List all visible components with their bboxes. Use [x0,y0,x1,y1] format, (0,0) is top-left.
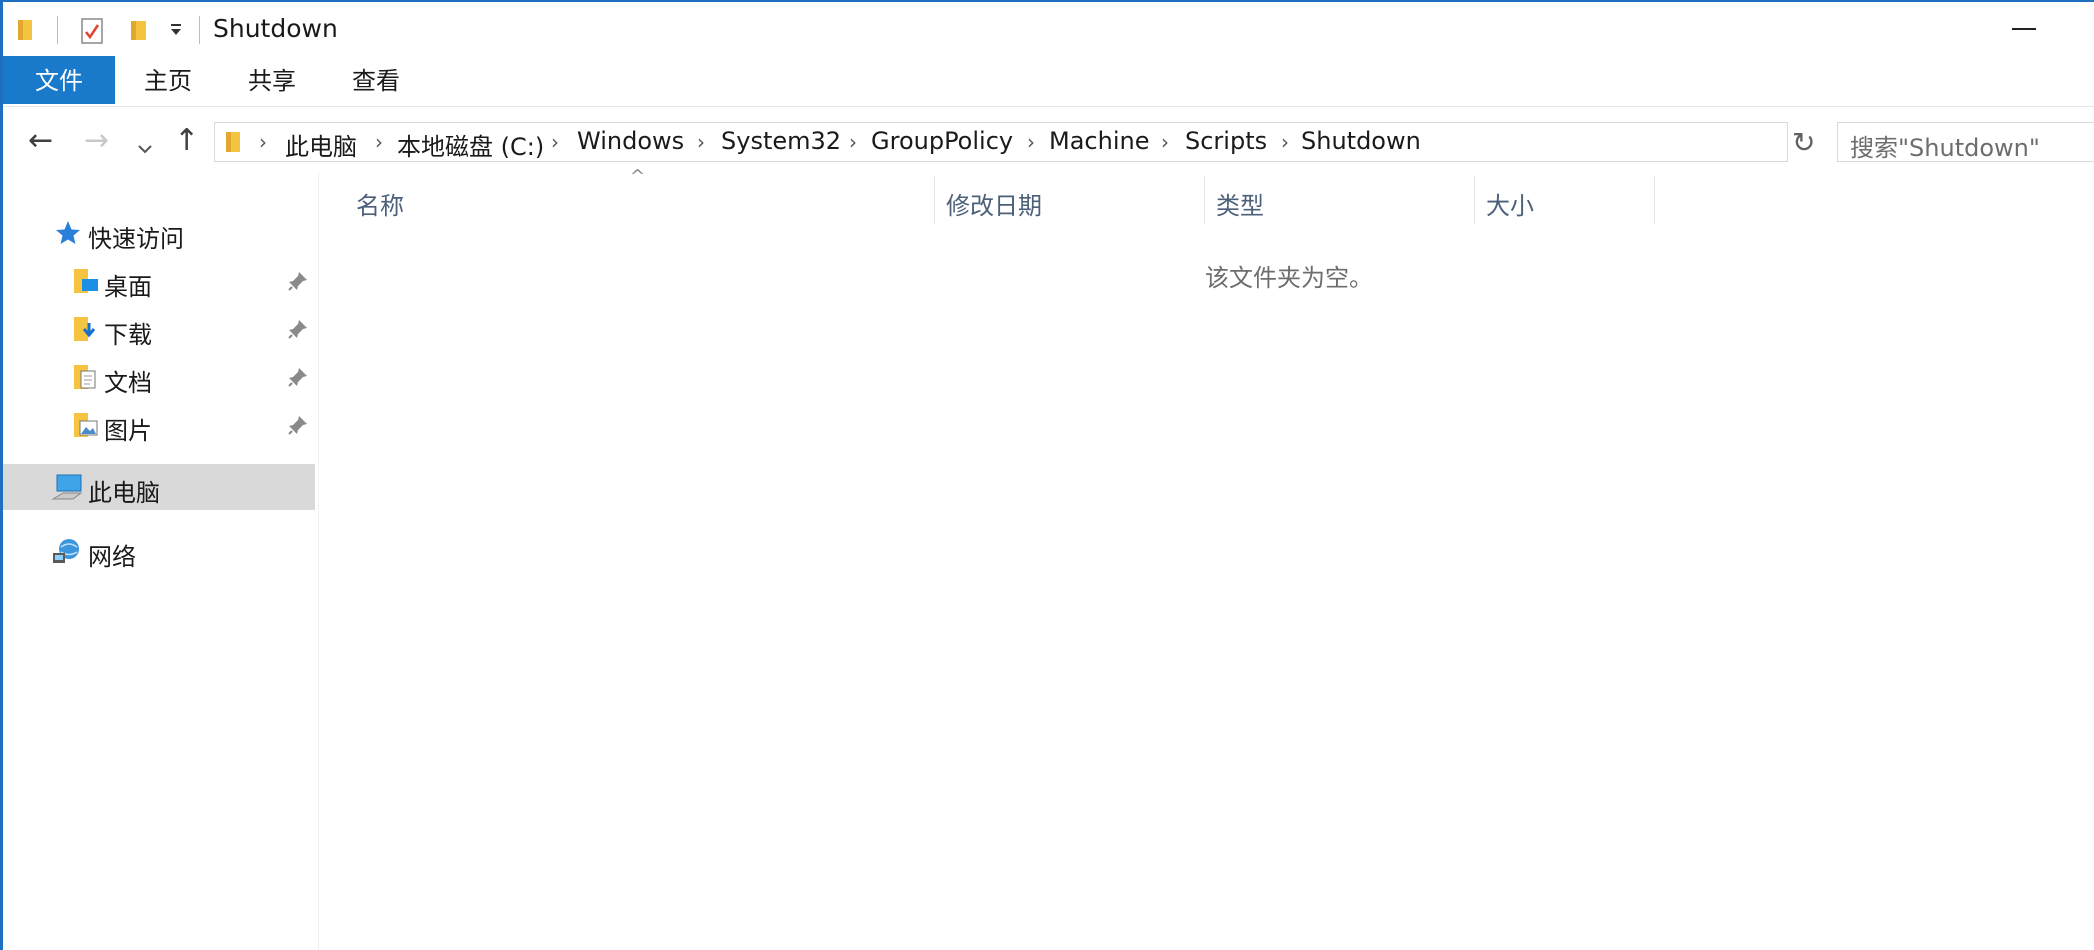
pin-icon[interactable] [287,366,309,388]
pictures-folder-icon [73,411,99,443]
column-separator[interactable] [934,176,935,224]
navigation-pane: 快速访问 桌面 下载 文档 图片 此电脑 网络 [3,172,315,950]
quick-access-separator [57,16,58,44]
nav-label: 桌面 [104,273,152,301]
ribbon-tabs: 文件 主页 共享 查看 [3,56,2094,107]
chevron-right-icon[interactable]: › [849,130,857,154]
nav-label: 快速访问 [88,225,184,253]
breadcrumb-system32[interactable]: System32 [721,127,841,155]
minimize-button[interactable] [2012,28,2036,30]
nav-this-pc[interactable]: 此电脑 [3,464,315,510]
chevron-right-icon[interactable]: › [1281,130,1289,154]
tab-share[interactable]: 共享 [227,56,317,104]
refresh-icon[interactable]: ↻ [1792,126,1815,159]
window-title: Shutdown [213,14,338,43]
back-arrow-icon[interactable]: ← [28,126,53,156]
nav-network[interactable]: 网络 [3,528,315,574]
chevron-right-icon[interactable]: › [551,130,559,154]
column-header-name[interactable]: 名称 [356,186,404,221]
pin-icon[interactable] [287,414,309,436]
breadcrumb-machine[interactable]: Machine [1049,127,1149,155]
nav-label: 此电脑 [88,479,160,507]
title-bar: Shutdown [3,2,2094,56]
recent-locations-icon[interactable] [138,130,152,160]
pin-icon[interactable] [287,270,309,292]
nav-label: 文档 [104,369,152,397]
breadcrumb-this-pc[interactable]: 此电脑 [285,127,357,162]
forward-arrow-icon[interactable]: → [84,126,109,156]
folder-icon [225,130,243,158]
nav-item-downloads[interactable]: 下载 [3,306,315,352]
chevron-right-icon[interactable]: › [1027,130,1035,154]
column-header-date-modified[interactable]: 修改日期 [946,186,1042,221]
nav-label: 下载 [104,321,152,349]
tab-home[interactable]: 主页 [123,56,213,104]
column-separator[interactable] [1474,176,1475,224]
properties-icon[interactable] [81,18,103,48]
pin-icon[interactable] [287,318,309,340]
search-placeholder: 搜索"Shutdown" [1850,134,2040,162]
tab-file[interactable]: 文件 [3,56,115,104]
computer-icon [51,473,83,505]
chevron-right-icon[interactable]: › [1161,130,1169,154]
breadcrumb-grouppolicy[interactable]: GroupPolicy [871,127,1013,155]
nav-label: 图片 [104,417,152,445]
network-icon [51,537,81,569]
nav-quick-access[interactable]: 快速访问 [3,210,315,256]
nav-item-documents[interactable]: 文档 [3,354,315,400]
sort-ascending-icon: ^ [630,166,646,187]
breadcrumb-scripts[interactable]: Scripts [1185,127,1267,155]
column-header-size[interactable]: 大小 [1486,186,1534,221]
column-separator[interactable] [1654,176,1655,224]
chevron-right-icon[interactable]: › [375,130,383,154]
chevron-right-icon[interactable]: › [259,130,267,154]
downloads-folder-icon [73,315,99,347]
search-box[interactable]: 搜索"Shutdown" [1837,122,2094,162]
up-arrow-icon[interactable]: ↑ [174,126,199,156]
breadcrumb-local-disk[interactable]: 本地磁盘 (C:) [397,127,544,162]
nav-item-pictures[interactable]: 图片 [3,402,315,448]
empty-folder-message: 该文件夹为空。 [1205,264,1373,292]
desktop-folder-icon [73,267,99,299]
title-separator [199,16,200,44]
breadcrumb-windows[interactable]: Windows [577,127,684,155]
column-header-type[interactable]: 类型 [1216,186,1264,221]
column-separator[interactable] [1204,176,1205,224]
star-icon [55,220,81,250]
pane-divider [318,172,319,950]
folder-icon [17,18,35,46]
nav-label: 网络 [88,543,136,571]
address-bar[interactable]: › 此电脑 › 本地磁盘 (C:) › Windows › System32 ›… [214,122,1985,162]
customize-quick-access-icon[interactable] [169,22,183,41]
breadcrumb-shutdown[interactable]: Shutdown [1301,127,1421,155]
tab-view[interactable]: 查看 [331,56,421,104]
chevron-right-icon[interactable]: › [697,130,705,154]
documents-folder-icon [73,363,99,395]
new-folder-icon[interactable] [129,18,149,46]
nav-item-desktop[interactable]: 桌面 [3,258,315,304]
